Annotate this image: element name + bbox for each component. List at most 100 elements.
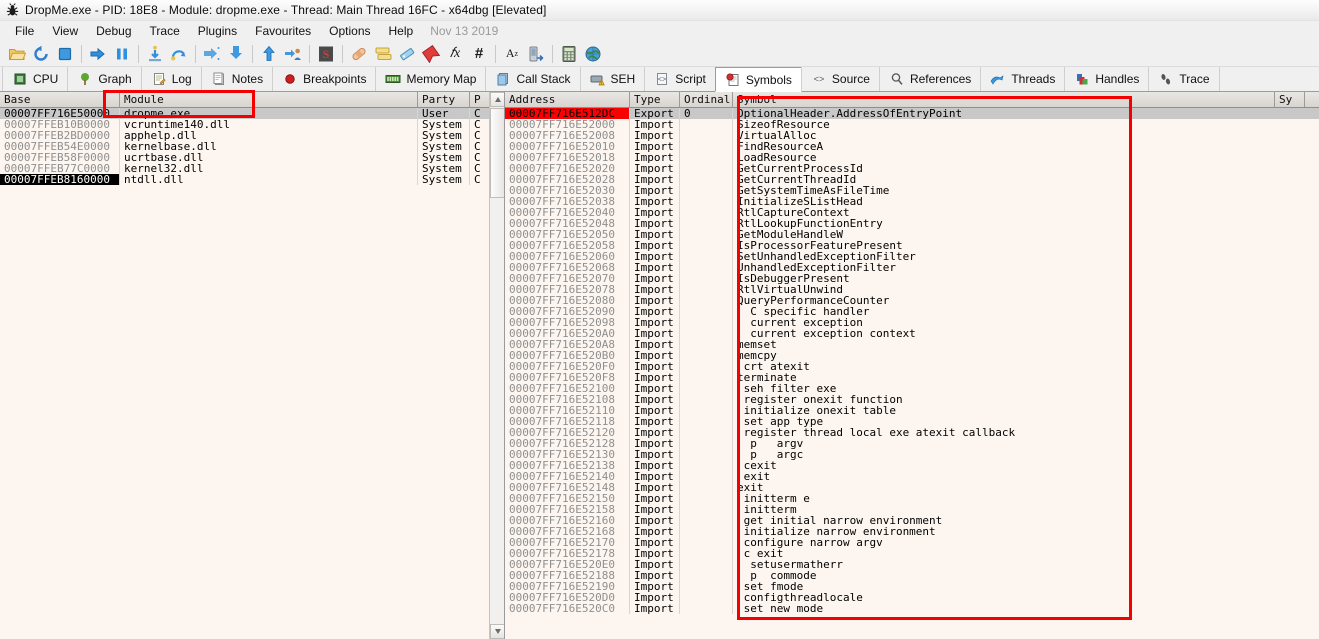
tab-script[interactable]: <> Script: [644, 67, 716, 91]
table-row[interactable]: 00007FF716E52110 Import _initialize_onexit…: [505, 405, 1319, 416]
tab-trace[interactable]: Trace: [1148, 67, 1220, 91]
table-row[interactable]: 00007FF716E52078 Import RtlVirtualUnwind: [505, 284, 1319, 295]
tab-breakpoints[interactable]: Breakpoints: [272, 67, 377, 91]
table-row[interactable]: 00007FF716E52128 Import __p___argv: [505, 438, 1319, 449]
table-row[interactable]: 00007FF716E520E0 Import __setusermatherr: [505, 559, 1319, 570]
table-row[interactable]: 00007FF716E512DC Export 0 OptionalHeader.Ad…: [505, 108, 1319, 119]
patch-icon[interactable]: [347, 42, 371, 66]
menu-view[interactable]: View: [43, 23, 87, 40]
scroll-down-icon[interactable]: [490, 624, 504, 639]
table-row[interactable]: 00007FF716E52150 Import _initterm_e: [505, 493, 1319, 504]
menu-favourites[interactable]: Favourites: [246, 23, 320, 40]
hash-icon[interactable]: #: [467, 42, 491, 66]
tab-references[interactable]: References: [878, 67, 982, 91]
table-row[interactable]: 00007FF716E520F0 Import _crt_atexit: [505, 361, 1319, 372]
table-row[interactable]: 00007FF716E52138 Import _cexit: [505, 460, 1319, 471]
open-file-icon[interactable]: [5, 42, 29, 66]
table-row[interactable]: 00007FF716E52080 Import QueryPerformanceCo…: [505, 295, 1319, 306]
tab-seh[interactable]: ! SEH: [579, 67, 646, 91]
calculator-icon[interactable]: [557, 42, 581, 66]
table-row[interactable]: 00007FF716E52098 Import __current_exceptio…: [505, 317, 1319, 328]
tab-log[interactable]: Log: [140, 67, 202, 91]
table-row[interactable]: 00007FF716E52038 Import InitializeSListHea…: [505, 196, 1319, 207]
table-row[interactable]: 00007FF716E520A0 Import __current_exceptio…: [505, 328, 1319, 339]
table-row[interactable]: 00007FF716E52028 Import GetCurrentThreadId: [505, 174, 1319, 185]
execute-till-return-icon[interactable]: [257, 42, 281, 66]
restart-icon[interactable]: [29, 42, 53, 66]
column-header-symbol[interactable]: Symbol: [733, 92, 1275, 107]
column-header-base[interactable]: Base: [0, 92, 120, 107]
tab-source[interactable]: <> Source: [800, 67, 880, 91]
table-row[interactable]: 00007FF716E52118 Import _set_app_type: [505, 416, 1319, 427]
stop-icon[interactable]: [53, 42, 77, 66]
table-row[interactable]: 00007FFEB10B0000 vcruntime140.dll System C: [0, 119, 504, 130]
table-row[interactable]: 00007FF716E52148 Import exit: [505, 482, 1319, 493]
tab-symbols[interactable]: Symbols: [714, 67, 802, 92]
column-header-address[interactable]: Address: [505, 92, 630, 107]
table-row[interactable]: 00007FF716E52160 Import _get_initial_narro…: [505, 515, 1319, 526]
scylla-icon[interactable]: S: [314, 42, 338, 66]
tab-cpu[interactable]: CPU: [2, 67, 69, 91]
function-icon[interactable]: 𝑓x: [443, 42, 467, 66]
table-row[interactable]: 00007FFEB8160000 ntdll.dll System C: [0, 174, 504, 185]
tab-threads[interactable]: Threads: [980, 67, 1066, 91]
table-row[interactable]: 00007FF716E52068 Import UnhandledException…: [505, 262, 1319, 273]
tab-memory-map[interactable]: Memory Map: [375, 67, 487, 91]
table-row[interactable]: 00007FFEB58F0000 ucrtbase.dll System C: [0, 152, 504, 163]
font-icon[interactable]: Az: [500, 42, 524, 66]
step-over-icon[interactable]: [167, 42, 191, 66]
column-header-party[interactable]: Party: [418, 92, 470, 107]
log-icon[interactable]: [371, 42, 395, 66]
table-row[interactable]: 00007FF716E50000 dropme.exe User C: [0, 108, 504, 119]
table-row[interactable]: 00007FF716E520A8 Import memset: [505, 339, 1319, 350]
table-row[interactable]: 00007FF716E52048 Import RtlLookupFunctionE…: [505, 218, 1319, 229]
column-header-ordinal[interactable]: Ordinal: [680, 92, 733, 107]
menu-plugins[interactable]: Plugins: [189, 23, 246, 40]
menu-options[interactable]: Options: [320, 23, 379, 40]
table-row[interactable]: 00007FF716E520C0 Import _set_new_mode: [505, 603, 1319, 614]
globe-icon[interactable]: [581, 42, 605, 66]
table-row[interactable]: 00007FF716E52050 Import GetModuleHandleW: [505, 229, 1319, 240]
table-row[interactable]: 00007FF716E52010 Import FindResourceA: [505, 141, 1319, 152]
table-row[interactable]: 00007FF716E520D0 Import _configthreadlocal…: [505, 592, 1319, 603]
step-into-icon[interactable]: [143, 42, 167, 66]
pause-icon[interactable]: [110, 42, 134, 66]
table-row[interactable]: 00007FF716E520B0 Import memcpy: [505, 350, 1319, 361]
table-row[interactable]: 00007FF716E52120 Import _register_thread_l…: [505, 427, 1319, 438]
tab-handles[interactable]: Handles: [1064, 67, 1150, 91]
table-row[interactable]: 00007FF716E52020 Import GetCurrentProcessI…: [505, 163, 1319, 174]
trace-over-icon[interactable]: [224, 42, 248, 66]
menu-debug[interactable]: Debug: [87, 23, 140, 40]
comment-icon[interactable]: [395, 42, 419, 66]
table-row[interactable]: 00007FF716E520F8 Import terminate: [505, 372, 1319, 383]
table-row[interactable]: 00007FF716E52058 Import IsProcessorFeature…: [505, 240, 1319, 251]
table-row[interactable]: 00007FF716E52000 Import SizeofResource: [505, 119, 1319, 130]
table-row[interactable]: 00007FF716E52090 Import __C_specific_handl…: [505, 306, 1319, 317]
run-icon[interactable]: [86, 42, 110, 66]
table-row[interactable]: 00007FF716E52168 Import _initialize_narrow…: [505, 526, 1319, 537]
table-row[interactable]: 00007FFEB54E0000 kernelbase.dll System C: [0, 141, 504, 152]
tab-notes[interactable]: Notes: [200, 67, 274, 91]
run-to-user-code-icon[interactable]: [281, 42, 305, 66]
attach-icon[interactable]: [524, 42, 548, 66]
table-row[interactable]: 00007FF716E52108 Import _register_onexit_f…: [505, 394, 1319, 405]
bookmark-icon[interactable]: [419, 42, 443, 66]
table-row[interactable]: 00007FF716E52008 Import VirtualAlloc: [505, 130, 1319, 141]
table-row[interactable]: 00007FFEB2BD0000 apphelp.dll System C: [0, 130, 504, 141]
tab-call-stack[interactable]: Call Stack: [485, 67, 581, 91]
column-header-module[interactable]: Module: [120, 92, 418, 107]
table-row[interactable]: 00007FF716E52140 Import _exit: [505, 471, 1319, 482]
trace-into-icon[interactable]: [200, 42, 224, 66]
menu-file[interactable]: File: [6, 23, 43, 40]
column-header-symbol-extra[interactable]: Sy: [1275, 92, 1305, 107]
table-row[interactable]: 00007FF716E52070 Import IsDebuggerPresent: [505, 273, 1319, 284]
table-row[interactable]: 00007FF716E52158 Import _initterm: [505, 504, 1319, 515]
table-row[interactable]: 00007FF716E52130 Import __p___argc: [505, 449, 1319, 460]
table-row[interactable]: 00007FF716E52188 Import __p__commode: [505, 570, 1319, 581]
table-row[interactable]: 00007FF716E52018 Import LoadResource: [505, 152, 1319, 163]
table-row[interactable]: 00007FF716E52040 Import RtlCaptureContext: [505, 207, 1319, 218]
menu-help[interactable]: Help: [380, 23, 423, 40]
modules-scrollbar[interactable]: [489, 92, 504, 639]
tab-graph[interactable]: Graph: [67, 67, 142, 91]
column-header-type[interactable]: Type: [630, 92, 680, 107]
